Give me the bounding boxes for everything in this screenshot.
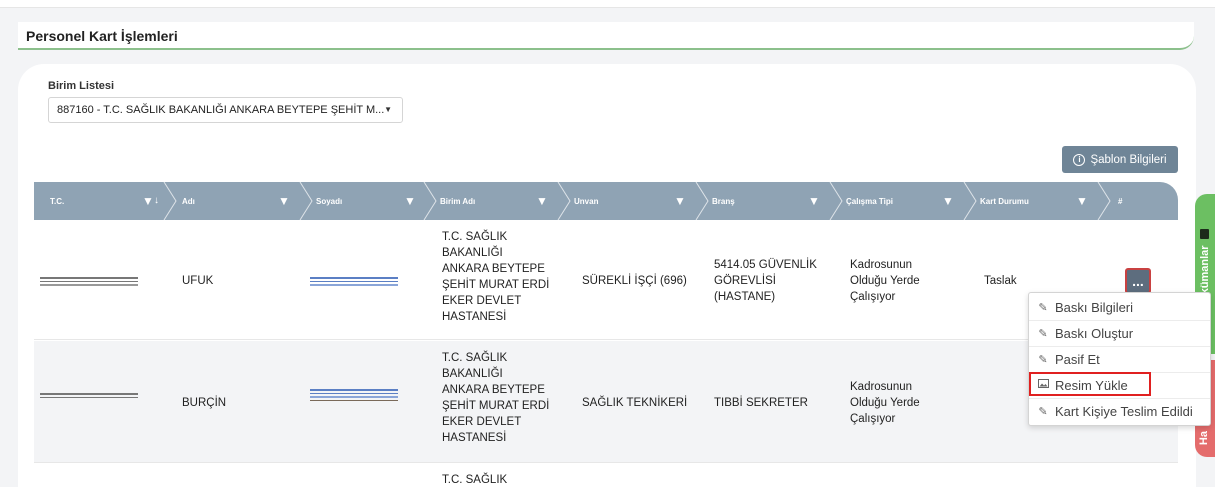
column-header-branch[interactable]: Branş ▼	[696, 182, 832, 220]
column-label-surname: Soyadı	[316, 196, 343, 206]
filter-icon[interactable]: ▼	[278, 195, 290, 207]
filter-icon[interactable]: ▼	[536, 195, 548, 207]
table-row[interactable]: BURÇİN T.C. SAĞLIK BAKANLIĞI ANKARA BEYT…	[34, 341, 1178, 463]
column-header-card-status[interactable]: Kart Durumu ▼	[964, 182, 1100, 220]
pencil-icon: ✎	[1038, 301, 1048, 314]
help-label: Ha	[1198, 430, 1210, 445]
menu-item-create-print[interactable]: ✎ Baskı Oluştur	[1037, 321, 1133, 345]
table-row[interactable]: T.C. SAĞLIK	[34, 464, 1178, 487]
menu-item-label: Pasif Et	[1055, 351, 1100, 367]
menu-item-label: Kart Kişiye Teslim Edildi	[1055, 403, 1193, 419]
column-label-title: Unvan	[574, 196, 599, 206]
filter-icon[interactable]: ▼	[674, 195, 686, 207]
info-icon: i	[1073, 153, 1086, 166]
unit-list-label: Birim Listesi	[48, 80, 115, 92]
sort-down-icon[interactable]: ↓	[154, 195, 159, 207]
work-type: Kadrosunun Olduğu Yerde Çalışıyor	[850, 259, 920, 303]
row-actions-menu: ✎ Baskı Bilgileri ✎ Baskı Oluştur ✎ Pasi…	[1028, 292, 1211, 426]
branch: TIBBİ SEKRETER	[714, 397, 808, 409]
filter-icon[interactable]: ▼	[942, 195, 954, 207]
work-type: Kadrosunun Olduğu Yerde Çalışıyor	[850, 381, 920, 425]
unit-name: T.C. SAĞLIK	[442, 474, 508, 486]
column-header-work-type[interactable]: Çalışma Tipi ▼	[830, 182, 966, 220]
first-name: UFUK	[182, 275, 214, 287]
highlight-box	[1029, 372, 1151, 396]
book-icon	[1200, 229, 1210, 240]
row-actions-button[interactable]: ...	[1125, 268, 1151, 294]
unit-name: T.C. SAĞLIK BAKANLIĞI ANKARA BEYTEPE ŞEH…	[442, 352, 550, 444]
column-label-unit: Birim Adı	[440, 196, 476, 206]
masked-surname	[310, 277, 398, 288]
top-strip	[0, 0, 1215, 8]
menu-item-deactivate[interactable]: ✎ Pasif Et	[1037, 347, 1100, 371]
pencil-icon: ✎	[1038, 353, 1048, 366]
unit-select[interactable]: 887160 - T.C. SAĞLIK BAKANLIĞI ANKARA BE…	[48, 97, 403, 123]
column-header-actions: #	[1098, 182, 1178, 220]
unit-select-value: 887160 - T.C. SAĞLIK BAKANLIĞI ANKARA BE…	[57, 104, 385, 116]
unit-name: T.C. SAĞLIK BAKANLIĞI ANKARA BEYTEPE ŞEH…	[442, 231, 550, 323]
masked-tc-number	[40, 277, 138, 288]
column-label-work-type: Çalışma Tipi	[846, 196, 893, 206]
filter-icon[interactable]: ▼	[1076, 195, 1088, 207]
filter-icon[interactable]: ▼	[404, 195, 416, 207]
menu-item-label: Baskı Bilgileri	[1055, 299, 1134, 315]
column-label-card-status: Kart Durumu	[980, 196, 1029, 206]
masked-tc-number	[40, 393, 138, 400]
column-label-branch: Branş	[712, 196, 735, 206]
column-header-name[interactable]: Adı ▼	[166, 182, 302, 220]
masked-surname	[310, 389, 398, 403]
first-name: BURÇİN	[182, 397, 227, 409]
title: SÜREKLİ İŞÇİ (696)	[582, 275, 687, 287]
template-info-label: Şablon Bilgileri	[1090, 153, 1167, 166]
title: SAĞLIK TEKNİKERİ	[582, 397, 688, 409]
card-status: Taslak	[984, 275, 1017, 287]
column-label-name: Adı	[182, 196, 195, 206]
menu-item-print-info[interactable]: ✎ Baskı Bilgileri	[1037, 295, 1133, 319]
column-label-actions: #	[1118, 196, 1123, 206]
filter-icon[interactable]: ▼	[142, 195, 154, 207]
column-header-surname[interactable]: Soyadı ▼	[300, 182, 428, 220]
menu-item-label: Baskı Oluştur	[1055, 325, 1134, 341]
caret-down-icon: ▼	[384, 105, 392, 114]
menu-item-card-delivered[interactable]: ✎ Kart Kişiye Teslim Edildi	[1037, 399, 1193, 423]
pencil-icon: ✎	[1038, 327, 1048, 340]
table-row[interactable]: UFUK T.C. SAĞLIK BAKANLIĞI ANKARA BEYTEP…	[34, 220, 1178, 340]
page-title: Personel Kart İşlemleri	[26, 28, 178, 44]
column-header-unit[interactable]: Birim Adı ▼	[424, 182, 560, 220]
page-header: Personel Kart İşlemleri	[18, 22, 1194, 50]
pencil-icon: ✎	[1038, 405, 1048, 418]
filter-icon[interactable]: ▼	[808, 195, 820, 207]
column-label-tc: T.C.	[50, 196, 65, 206]
content-card: Birim Listesi 887160 - T.C. SAĞLIK BAKAN…	[18, 64, 1196, 487]
table-header: T.C. ▼ ↓ Adı ▼ Soyadı ▼ Birim Adı ▼ Unva…	[34, 182, 1178, 220]
column-header-title[interactable]: Unvan ▼	[558, 182, 698, 220]
template-info-button[interactable]: i Şablon Bilgileri	[1062, 146, 1178, 173]
column-header-tc[interactable]: T.C. ▼ ↓	[34, 182, 170, 220]
branch: 5414.05 GÜVENLİK GÖREVLİSİ (HASTANE)	[714, 259, 817, 303]
